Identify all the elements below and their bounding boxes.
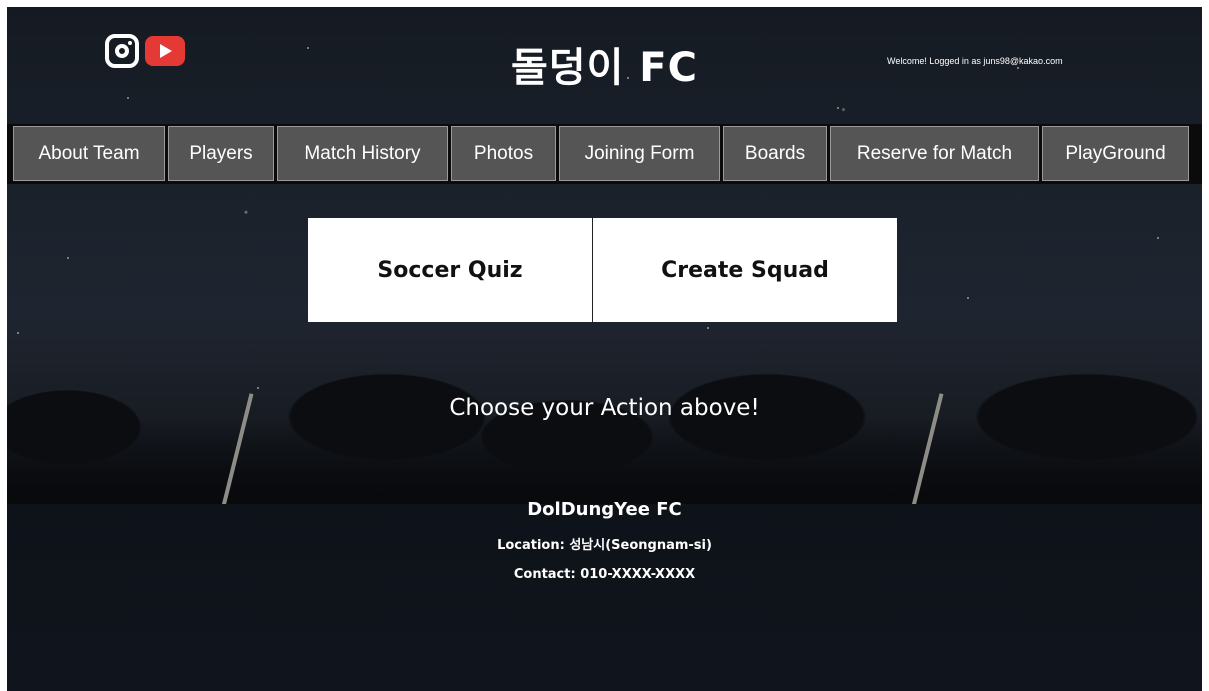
welcome-message: Welcome! Logged in as juns98@kakao.com [887,56,1063,66]
soccer-quiz-button[interactable]: Soccer Quiz [308,218,593,322]
footer-contact: Contact: 010-XXXX-XXXX [513,567,696,582]
nav-item-reserve-for-match[interactable]: Reserve for Match [830,126,1039,181]
tree-silhouettes [7,357,1202,507]
footer-location: Location: 성남시(Seongnam-si) [497,538,712,553]
nav-item-playground[interactable]: PlayGround [1042,126,1189,181]
nav-item-joining-form[interactable]: Joining Form [559,126,720,181]
footer: DolDungYee FC Location: 성남시(Seongnam-si)… [7,499,1202,582]
footer-team-name: DolDungYee FC [527,499,682,520]
action-prompt: Choose your Action above! [449,395,760,421]
nav-item-match-history[interactable]: Match History [277,126,448,181]
action-buttons: Soccer Quiz Create Squad [308,218,897,322]
page-background: 돌덩이 FC Welcome! Logged in as juns98@kaka… [7,7,1202,691]
nav-item-photos[interactable]: Photos [451,126,556,181]
nav-item-about-team[interactable]: About Team [13,126,165,181]
nav-item-players[interactable]: Players [168,126,274,181]
main-nav: About Team Players Match History Photos … [7,124,1202,184]
create-squad-button[interactable]: Create Squad [593,218,897,322]
nav-item-boards[interactable]: Boards [723,126,827,181]
